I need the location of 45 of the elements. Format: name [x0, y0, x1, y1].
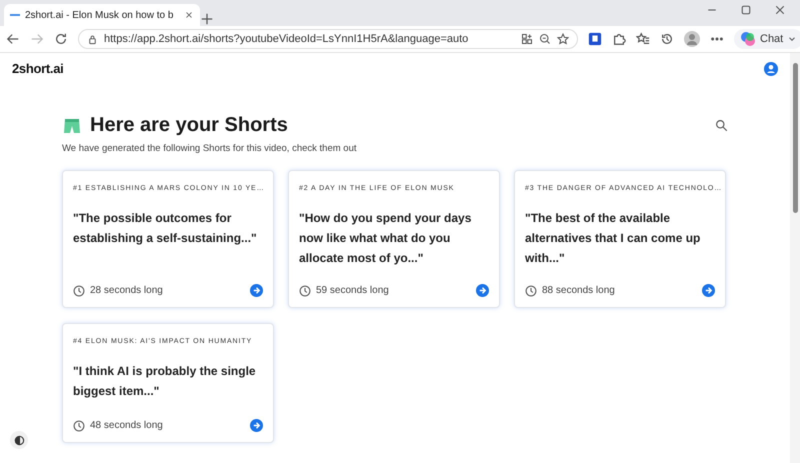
open-short-button[interactable]: [250, 419, 263, 432]
clock-icon: [73, 420, 85, 432]
open-short-button[interactable]: [476, 284, 489, 297]
duration-label: 28 seconds long: [90, 285, 163, 296]
close-icon[interactable]: [774, 4, 786, 16]
duration-label: 59 seconds long: [316, 285, 389, 296]
back-icon[interactable]: [6, 32, 20, 46]
app-logo[interactable]: 2short.ai: [12, 61, 64, 76]
page-subheading: We have generated the following Shorts for this video, check them out: [62, 143, 358, 154]
favorites-icon[interactable]: [636, 32, 650, 46]
browser-tab[interactable]: 2short.ai - Elon Musk on how to b: [4, 4, 200, 26]
theme-toggle-button[interactable]: [10, 431, 28, 449]
clock-icon: [525, 284, 537, 296]
maximize-icon[interactable]: [740, 4, 752, 16]
short-quote: "How do you spend your days now like what what do you allocate most of yo...": [299, 210, 472, 267]
short-quote: "I think AI is probably the single biggest item...": [73, 363, 257, 400]
account-icon[interactable]: [764, 62, 778, 76]
lock-icon: [87, 34, 98, 44]
arrow-icon: [478, 286, 487, 295]
star-icon[interactable]: [557, 33, 569, 45]
puzzle-icon[interactable]: [612, 32, 626, 46]
chat-button[interactable]: Chat: [734, 29, 800, 49]
contrast-icon: [14, 434, 24, 446]
extension-icon[interactable]: [588, 32, 602, 46]
page-heading: Here are your Shorts: [90, 114, 288, 137]
address-bar[interactable]: https://app.2short.ai/shorts?youtubeVideoId=LsYnnI1H5rA&language=auto: [78, 29, 578, 49]
arrow-icon: [252, 286, 261, 295]
open-short-button[interactable]: [250, 284, 263, 297]
zoom-icon[interactable]: [539, 33, 551, 45]
apps-icon[interactable]: [521, 33, 533, 45]
short-quote: "The best of the available alternatives that I can come up with...": [525, 210, 702, 267]
history-icon[interactable]: [660, 32, 674, 46]
clock-icon: [73, 284, 85, 296]
arrow-icon: [704, 286, 713, 295]
close-icon[interactable]: [184, 10, 194, 20]
open-short-button[interactable]: [702, 284, 715, 297]
duration-label: 48 seconds long: [90, 420, 163, 431]
arrow-icon: [252, 421, 261, 430]
duration-label: 88 seconds long: [542, 285, 615, 296]
plus-icon[interactable]: [200, 12, 214, 26]
clock-icon: [299, 284, 311, 296]
short-quote: "The possible outcomes for establishing a self-sustaining...": [73, 210, 258, 247]
search-icon[interactable]: [715, 119, 728, 132]
reload-icon[interactable]: [54, 32, 68, 46]
profile-avatar[interactable]: [684, 31, 700, 47]
